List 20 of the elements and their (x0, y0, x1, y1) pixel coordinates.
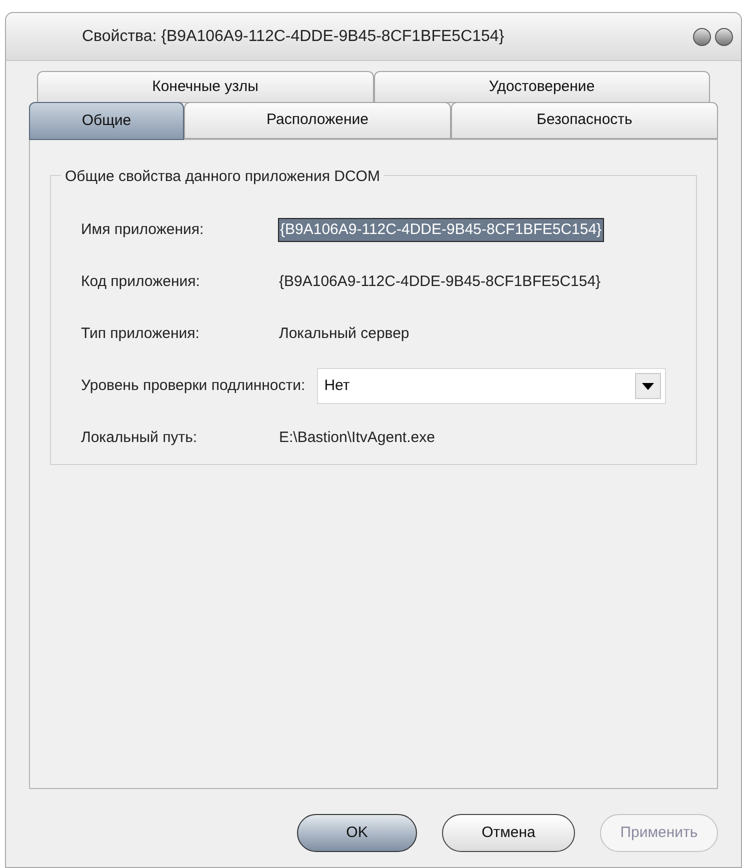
authentication-dropdown[interactable]: Нет (317, 368, 666, 404)
field-value: {B9A106A9-112C-4DDE-9B45-8CF1BFE5C154} (278, 272, 602, 292)
tab[interactable]: Удостоверение (374, 71, 710, 103)
window-control-icon[interactable] (715, 28, 733, 46)
tab[interactable]: Безопасность (451, 102, 718, 139)
field-value: Локальный сервер (278, 324, 410, 344)
tab[interactable]: Конечные узлы (37, 71, 374, 103)
field-label: Уровень проверки подлинности: (81, 376, 306, 396)
field-value: E:\Bastion\ItvAgent.exe (278, 428, 436, 448)
field-label: Локальный путь: (81, 428, 198, 448)
dialog-button[interactable]: OK (297, 814, 417, 852)
field-value: {B9A106A9-112C-4DDE-9B45-8CF1BFE5C154} (278, 218, 604, 242)
dialog-button[interactable]: Отмена (442, 814, 575, 852)
window-control-icon[interactable] (693, 28, 711, 46)
field-label: Код приложения: (81, 272, 201, 292)
tab[interactable]: Расположение (184, 102, 451, 139)
field-label: Имя приложения: (81, 220, 205, 240)
tab[interactable]: Общие (29, 102, 184, 140)
field-label: Тип приложения: (81, 324, 200, 344)
window-title: Свойства: {B9A106A9-112C-4DDE-9B45-8CF1BFE5C154} (82, 26, 506, 46)
